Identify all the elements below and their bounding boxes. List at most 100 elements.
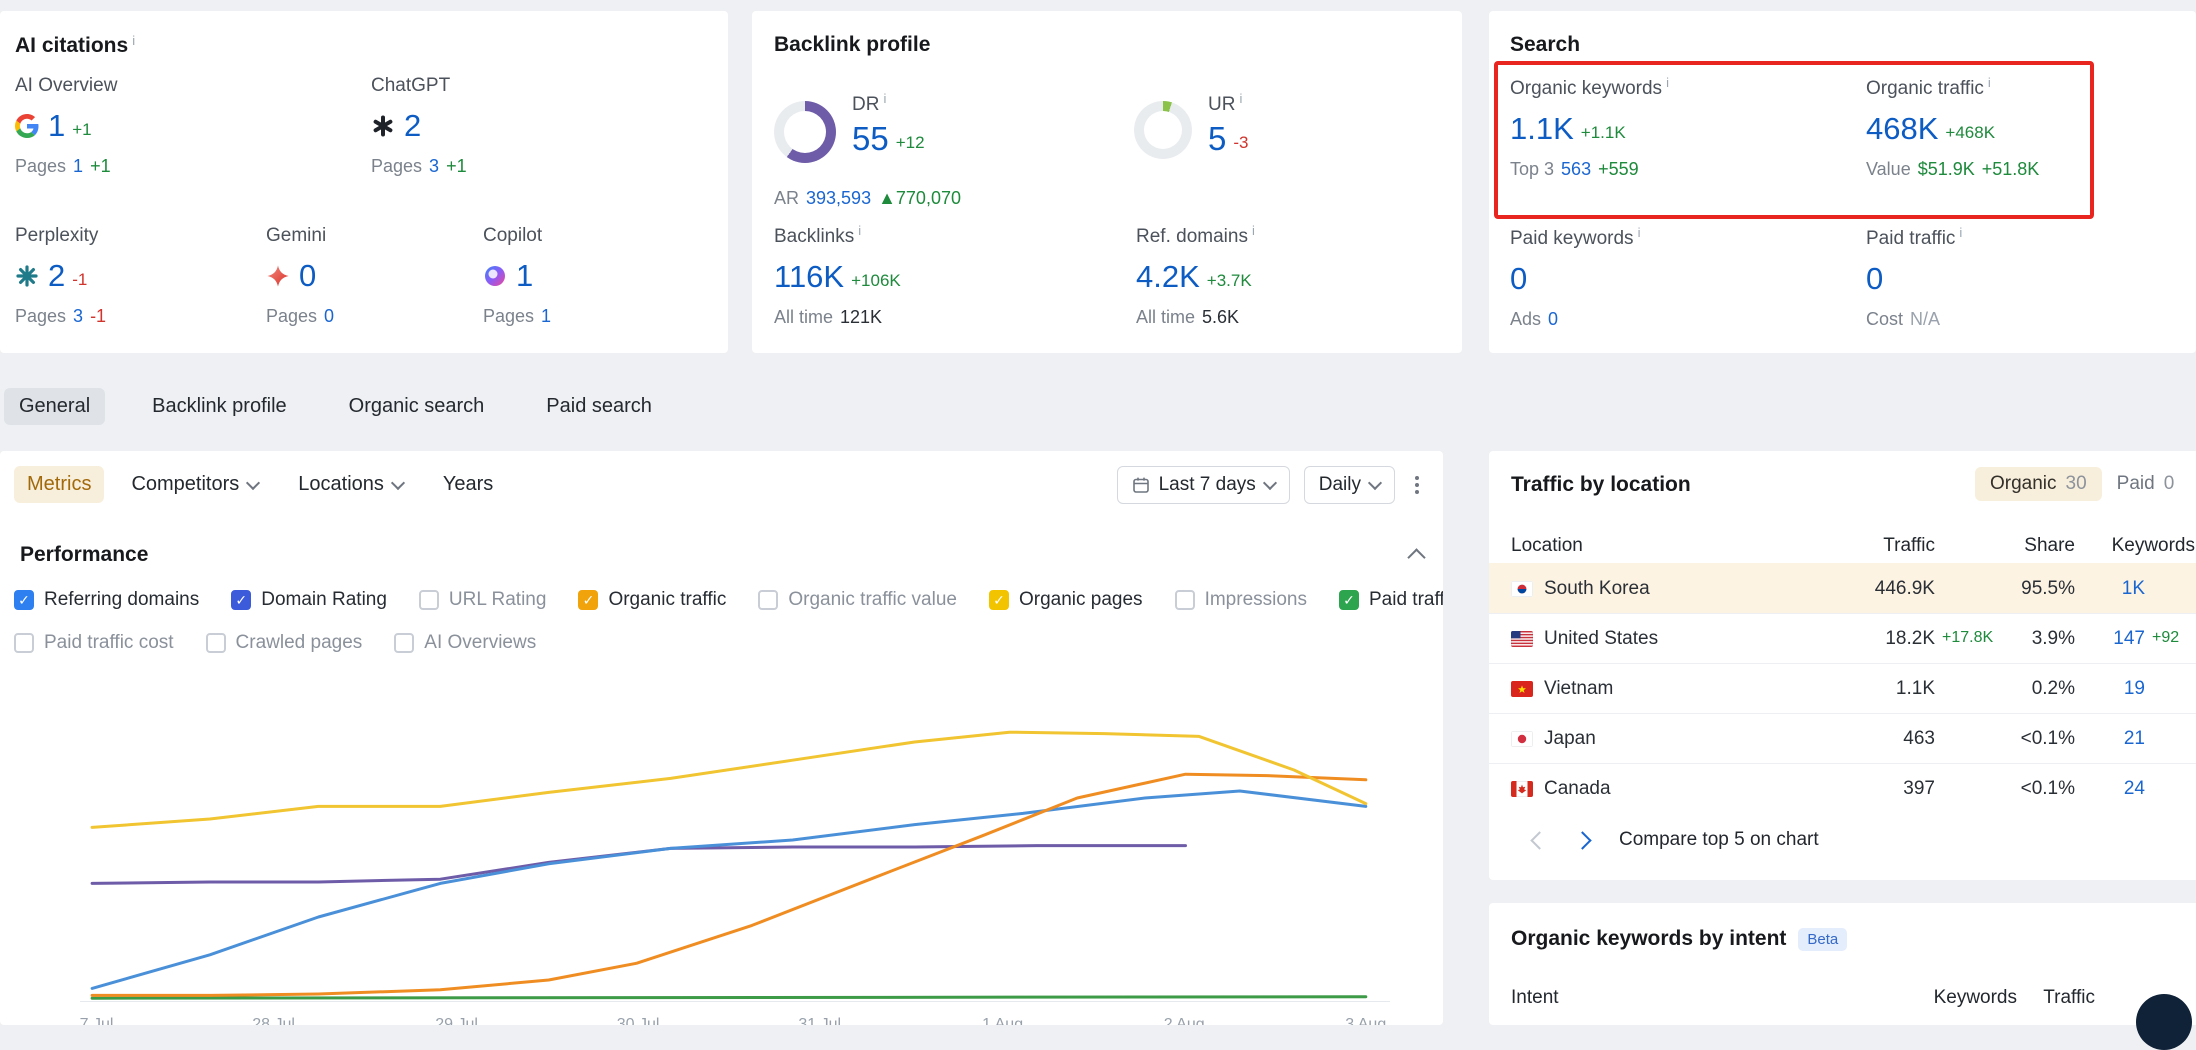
ahrefs-rank-link[interactable]: 393,593 [806,188,871,209]
metric-label: Perplexity [15,225,106,247]
metric-checkbox[interactable]: ✓Organic traffic [578,589,726,611]
metric-value[interactable]: 1 [48,110,65,141]
col-keywords: Keywords [2075,535,2195,557]
table-row[interactable]: Japan 463 <0.1% 21 [1489,713,2196,763]
date-range-button[interactable]: Last 7 days [1117,466,1290,504]
performance-chart: 27 Jul28 Jul29 Jul30 Jul31 Jul1 Aug2 Aug… [80,721,1390,1025]
info-icon[interactable]: i [1252,223,1255,238]
keywords-link[interactable]: 21 [2124,728,2145,749]
locations-button[interactable]: Locations [285,466,416,503]
table-row[interactable]: South Korea 446.9K 95.5% 1K [1489,563,2196,613]
collapse-chevron-icon[interactable] [1407,548,1425,566]
metric-ref-domains: Ref. domainsi 4.2K +3.7K All time 5.6K [1136,223,1255,328]
metric-value[interactable]: 1 [516,260,533,291]
tab-organic-search[interactable]: Organic search [334,388,500,425]
metric-organic-keywords: Organic keywordsi 1.1K +1.1K Top 3 563 +… [1510,75,1669,180]
location-name: Japan [1544,728,1596,750]
ref-domains-delta: +3.7K [1207,271,1252,291]
checkbox-label: Organic traffic [608,589,726,611]
paid-keywords-value[interactable]: 0 [1510,263,1527,294]
metric-checkbox[interactable]: ✓Organic pages [989,589,1143,611]
metric-backlinks: Backlinksi 116K +106K All time 121K [774,223,901,328]
organic-toggle[interactable]: Organic 30 [1975,467,2102,501]
metrics-button[interactable]: Metrics [14,466,104,503]
granularity-button[interactable]: Daily [1304,466,1395,504]
tab-paid-search[interactable]: Paid search [531,388,667,425]
info-icon[interactable]: i [132,33,135,48]
metric-checkbox[interactable]: ✓Paid traffic [1339,589,1443,611]
tab-general[interactable]: General [4,388,105,425]
years-button[interactable]: Years [430,466,506,503]
ref-domains-value[interactable]: 4.2K [1136,261,1200,292]
metric-checkbox[interactable]: Organic traffic value [758,589,957,611]
table-row[interactable]: Vietnam 1.1K 0.2% 19 [1489,663,2196,713]
checkbox-label: URL Rating [449,589,547,611]
keywords-link[interactable]: 147 [2113,628,2145,649]
traffic-value: 463 [1903,728,1935,749]
url-rating-block: URi 5 -3 [1134,91,1248,159]
traffic-by-location-title: Traffic by location [1511,473,1691,497]
col-location: Location [1511,535,1761,557]
checkbox-label: Organic pages [1019,589,1143,611]
location-name: United States [1544,628,1658,650]
organic-keywords-value[interactable]: 1.1K [1510,113,1574,144]
checkbox-label: Referring domains [44,589,199,611]
top3-value-link[interactable]: 563 [1561,159,1591,180]
pages-value-link[interactable]: 3 [73,306,83,327]
chevron-down-icon [1368,476,1382,490]
keywords-link[interactable]: 24 [2124,778,2145,799]
info-icon[interactable]: i [858,223,861,238]
checkbox-label: Organic traffic value [788,589,957,611]
ads-value-link[interactable]: 0 [1548,309,1558,330]
metric-checkbox[interactable]: URL Rating [419,589,547,611]
chart-line-referring-domains [92,791,1366,988]
chat-widget-button[interactable] [2136,994,2192,1050]
prev-page-icon[interactable] [1530,831,1548,849]
metric-checkbox[interactable]: ✓Referring domains [14,589,199,611]
paid-traffic-value[interactable]: 0 [1866,263,1883,294]
keywords-link[interactable]: 19 [2124,678,2145,699]
col-traffic: Traffic [2017,987,2095,1009]
table-row[interactable]: United States 18.2K+17.8K 3.9% 147+92 [1489,613,2196,663]
backlinks-all-time: 121K [840,307,882,328]
ur-value: 5 [1208,122,1226,155]
info-icon[interactable]: i [1239,91,1242,106]
pages-label: Pages [371,156,422,177]
paid-count: 0 [2164,473,2175,495]
pages-value-link[interactable]: 3 [429,156,439,177]
info-icon[interactable]: i [1666,75,1669,90]
info-icon[interactable]: i [883,91,886,106]
competitors-button[interactable]: Competitors [118,466,271,503]
info-icon[interactable]: i [1988,75,1991,90]
location-name: Vietnam [1544,678,1613,700]
metric-checkbox[interactable]: Impressions [1175,589,1307,611]
table-row[interactable]: Canada 397 <0.1% 24 [1489,763,2196,813]
tab-backlink-profile[interactable]: Backlink profile [137,388,302,425]
pages-value-link[interactable]: 1 [541,306,551,327]
metric-value[interactable]: 0 [299,260,316,291]
paid-toggle[interactable]: Paid 0 [2102,467,2190,501]
metric-checkbox[interactable]: AI Overviews [394,632,536,654]
metric-paid-keywords: Paid keywordsi 0 Ads 0 [1510,225,1640,330]
info-icon[interactable]: i [1638,225,1641,240]
calendar-icon [1132,476,1150,494]
metric-checkbox[interactable]: Paid traffic cost [14,632,174,654]
more-options-button[interactable] [1409,470,1425,500]
pages-value-link[interactable]: 0 [324,306,334,327]
info-icon[interactable]: i [1959,225,1962,240]
pages-value-link[interactable]: 1 [73,156,83,177]
traffic-value: 18.2K [1885,628,1935,649]
next-page-icon[interactable] [1573,831,1591,849]
metric-value[interactable]: 2 [404,110,421,141]
organic-traffic-value[interactable]: 468K [1866,113,1938,144]
ur-delta: -3 [1233,133,1248,153]
keywords-link[interactable]: 1K [2122,578,2145,599]
share-value: 95.5% [1935,578,2075,600]
metric-checkbox[interactable]: ✓Domain Rating [231,589,387,611]
metric-value[interactable]: 2 [48,260,65,291]
organic-count: 30 [2066,473,2087,495]
compare-top5-link[interactable]: Compare top 5 on chart [1619,829,1819,851]
backlinks-value[interactable]: 116K [774,261,844,292]
metric-checkbox[interactable]: Crawled pages [206,632,363,654]
share-value: <0.1% [1935,728,2075,750]
